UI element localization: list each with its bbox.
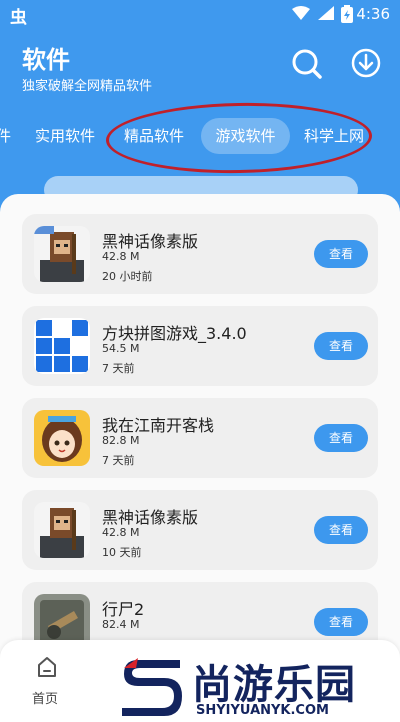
- list-item[interactable]: 黑神话像素版 42.8 M 10 天前 查看: [22, 490, 378, 570]
- view-button[interactable]: 查看: [314, 608, 368, 636]
- list-item[interactable]: 我在江南开客栈 82.8 M 7 天前 查看: [22, 398, 378, 478]
- app-size: 42.8 M: [102, 250, 140, 263]
- battery-icon: [341, 5, 353, 23]
- home-label[interactable]: 首页: [32, 688, 58, 707]
- app-time: 10 天前: [102, 546, 142, 559]
- view-button[interactable]: 查看: [314, 240, 368, 268]
- app-size: 82.4 M: [102, 618, 140, 631]
- view-button[interactable]: 查看: [314, 424, 368, 452]
- watermark-text: 尚游乐园: [192, 662, 356, 708]
- app-size: 42.8 M: [102, 526, 140, 539]
- highlight-oval: [105, 100, 373, 176]
- app-time: 7 天前: [102, 454, 135, 467]
- app-time: 7 天前: [102, 362, 135, 375]
- clock: 4:36: [356, 5, 390, 23]
- wifi-icon: [292, 6, 310, 20]
- app-name: 黑神话像素版: [102, 232, 199, 251]
- block-puzzle-icon: [34, 318, 90, 374]
- watermark-logo-icon: [122, 658, 182, 716]
- app-notification-icon: 虫: [10, 8, 27, 28]
- anime-girl-icon: [34, 410, 90, 466]
- tab-partial[interactable]: 件: [0, 118, 11, 154]
- pixel-warrior-icon: [34, 502, 90, 558]
- home-icon[interactable]: [36, 656, 58, 678]
- app-name: 黑神话像素版: [102, 508, 199, 527]
- status-bar: 虫 4:36: [0, 0, 400, 28]
- view-button[interactable]: 查看: [314, 516, 368, 544]
- app-name: 方块拼图游戏_3.4.0: [102, 324, 247, 343]
- app-name: 我在江南开客栈: [102, 416, 215, 435]
- page-subtitle: 独家破解全网精品软件: [22, 79, 153, 94]
- view-button[interactable]: 查看: [314, 332, 368, 360]
- page-title: 软件: [22, 46, 70, 74]
- watermark-url: SHYIYUANYK.COM: [196, 703, 329, 718]
- list-item[interactable]: 方块拼图游戏_3.4.0 54.5 M 7 天前 查看: [22, 306, 378, 386]
- pixel-warrior-icon: [34, 226, 90, 282]
- list-item[interactable]: 黑神话像素版 42.8 M 20 小时前 查看: [22, 214, 378, 294]
- download-icon[interactable]: [349, 46, 383, 80]
- watermark: 尚游乐园 SHYIYUANYK.COM: [118, 648, 400, 722]
- search-icon[interactable]: [289, 46, 323, 80]
- app-size: 82.8 M: [102, 434, 140, 447]
- app-name: 行尸2: [102, 600, 145, 619]
- signal-icon: [318, 6, 334, 20]
- tab-utility-software[interactable]: 实用软件: [35, 118, 95, 154]
- app-size: 54.5 M: [102, 342, 140, 355]
- app-time: 20 小时前: [102, 270, 153, 283]
